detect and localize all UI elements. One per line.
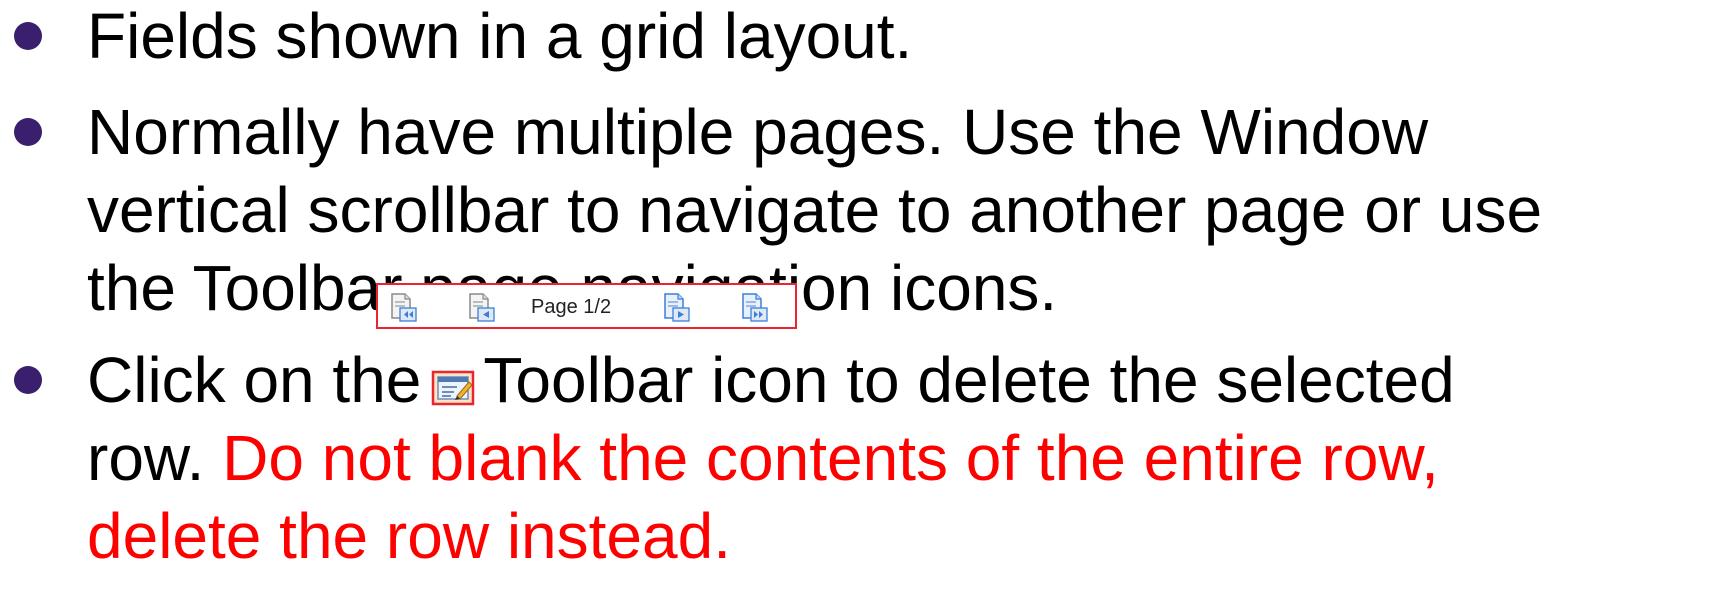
first-page-icon[interactable] xyxy=(386,291,418,323)
bullet-text-before-icon: Click on the xyxy=(87,344,422,416)
delete-row-icon[interactable] xyxy=(427,354,479,406)
warning-text-line-3: delete the row instead. xyxy=(87,500,731,572)
slide: Fields shown in a grid layout. Normally … xyxy=(0,0,1736,616)
delete-row-icon-graphic xyxy=(432,370,475,406)
bullet-text-after-icon: Toolbar icon to delete the selected xyxy=(483,344,1455,416)
bullet-text-line-1: Click on the Toolbar icon to delete the … xyxy=(87,348,1455,412)
next-page-icon[interactable] xyxy=(659,291,691,323)
bullet-text-line-1: Normally have multiple pages. Use the Wi… xyxy=(87,96,1429,168)
bullet-text-line-2: vertical scrollbar to navigate to anothe… xyxy=(87,174,1543,246)
page-indicator: Page 1/2 xyxy=(531,296,612,318)
bullet-text: Fields shown in a grid layout. xyxy=(87,0,913,72)
bullet-text-line-2: row. Do not blank the contents of the en… xyxy=(87,426,1439,490)
bullet-text-black: row. xyxy=(87,422,223,494)
warning-text: Do not blank the contents of the entire … xyxy=(222,422,1439,494)
last-page-icon[interactable] xyxy=(737,291,769,323)
bullet-dot xyxy=(14,22,42,50)
previous-page-icon[interactable] xyxy=(464,291,496,323)
bullet-dot xyxy=(14,118,42,146)
page-navigation-toolbar: Page 1/2 xyxy=(376,283,797,329)
bullet-dot xyxy=(14,366,42,394)
